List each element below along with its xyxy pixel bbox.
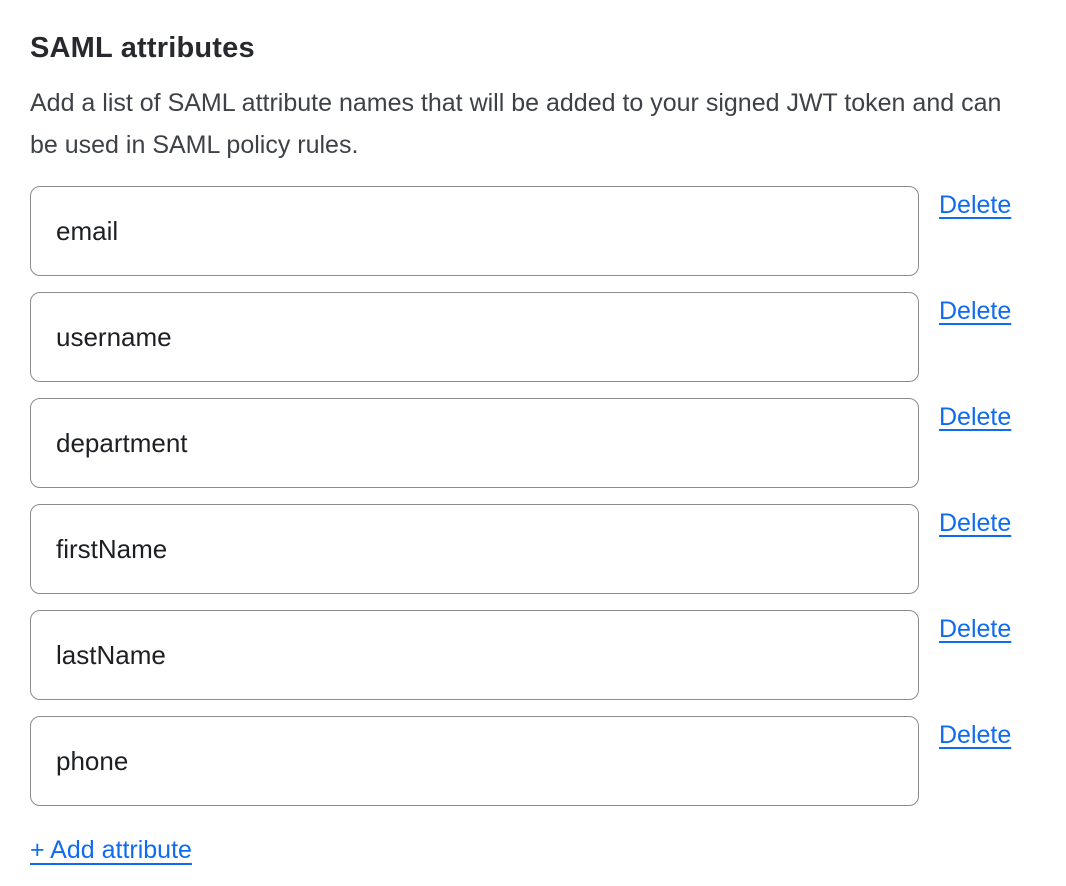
attribute-input[interactable] — [30, 186, 919, 276]
attribute-row: Delete — [30, 398, 1036, 488]
attribute-input[interactable] — [30, 716, 919, 806]
attribute-row: Delete — [30, 610, 1036, 700]
delete-attribute-link[interactable]: Delete — [939, 508, 1011, 538]
delete-attribute-link[interactable]: Delete — [939, 720, 1011, 750]
attribute-row: Delete — [30, 504, 1036, 594]
attribute-list: Delete Delete Delete Delete Delete Delet… — [30, 186, 1036, 806]
saml-attributes-section: SAML attributes Add a list of SAML attri… — [0, 0, 1066, 865]
attribute-row: Delete — [30, 716, 1036, 806]
attribute-input[interactable] — [30, 610, 919, 700]
delete-attribute-link[interactable]: Delete — [939, 190, 1011, 220]
section-description: Add a list of SAML attribute names that … — [30, 82, 1036, 166]
add-attribute-link[interactable]: + Add attribute — [30, 835, 192, 865]
attribute-row: Delete — [30, 186, 1036, 276]
attribute-input[interactable] — [30, 398, 919, 488]
delete-attribute-link[interactable]: Delete — [939, 402, 1011, 432]
attribute-input[interactable] — [30, 292, 919, 382]
section-title: SAML attributes — [30, 32, 1036, 65]
attribute-input[interactable] — [30, 504, 919, 594]
attribute-row: Delete — [30, 292, 1036, 382]
delete-attribute-link[interactable]: Delete — [939, 614, 1011, 644]
delete-attribute-link[interactable]: Delete — [939, 296, 1011, 326]
